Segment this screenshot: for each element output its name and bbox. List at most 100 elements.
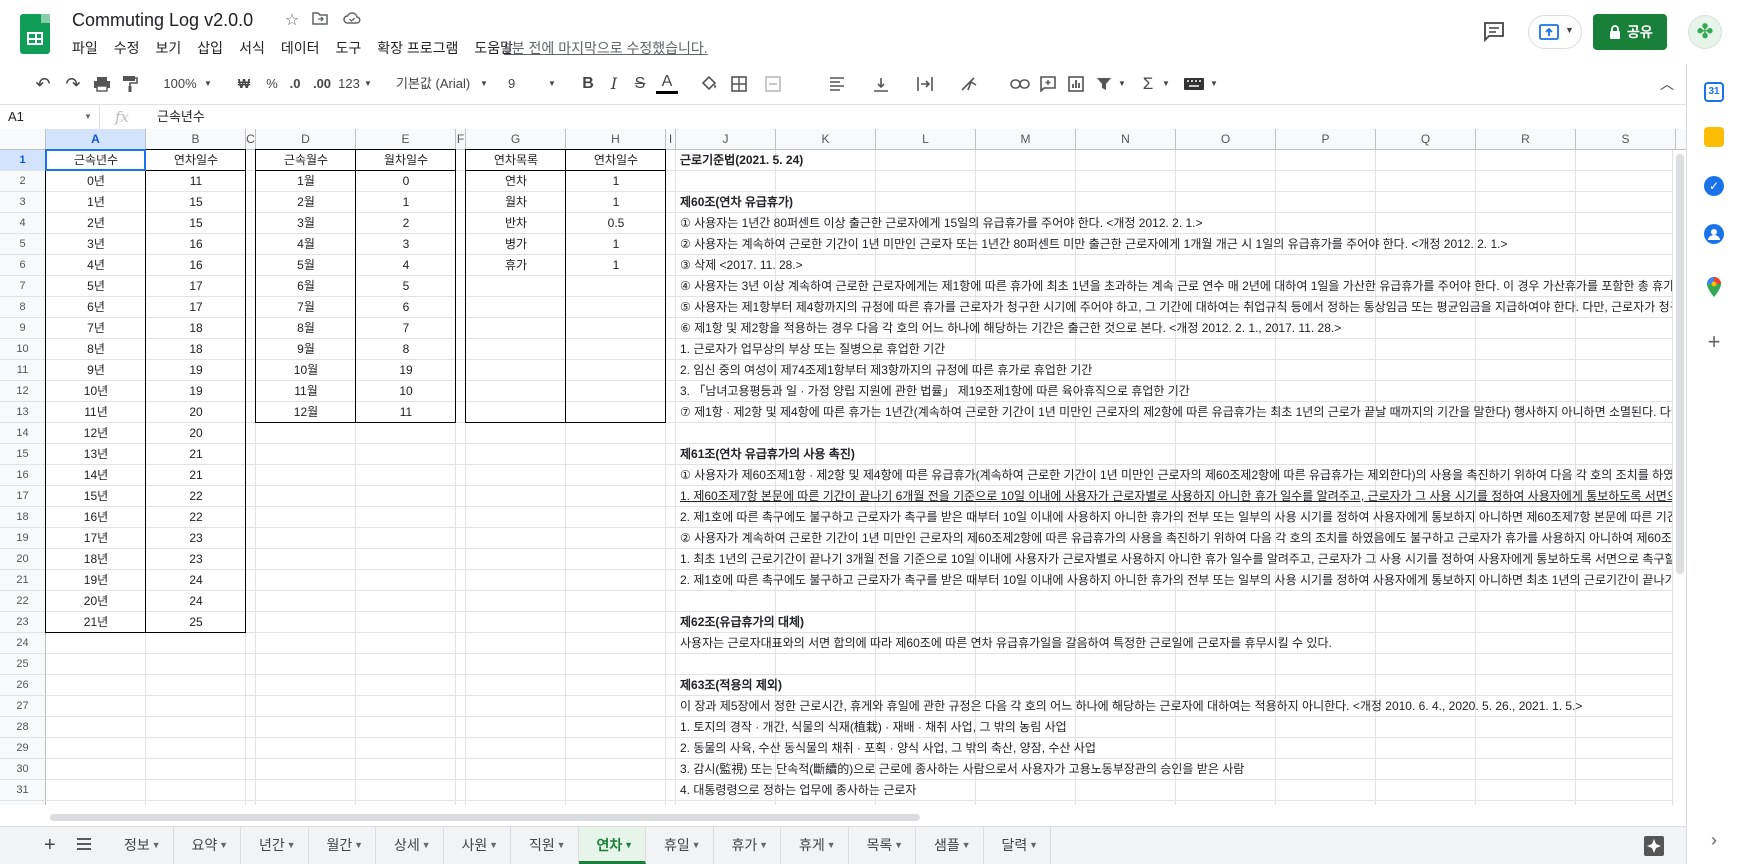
sheets-logo-icon[interactable] (20, 14, 50, 54)
functions-icon[interactable]: Σ (1138, 72, 1158, 96)
chevron-down-icon[interactable]: ▼ (759, 827, 768, 864)
law-section-heading[interactable]: 제62조(유급휴가의 대체) (680, 612, 1672, 633)
chevron-down-icon[interactable]: ▼ (692, 827, 701, 864)
law-section-heading[interactable]: 제63조(적용의 제외) (680, 675, 1672, 696)
chevron-down-icon[interactable]: ▼ (219, 827, 228, 864)
sheet-tab-3[interactable]: 년간 ▼ (241, 827, 309, 864)
column-header-i[interactable]: I (666, 129, 676, 150)
sheet-tab-5[interactable]: 상세 ▼ (376, 827, 444, 864)
row-header-9[interactable]: 9 (0, 318, 46, 339)
table-cell[interactable]: 19 (356, 360, 456, 381)
vertical-align-icon[interactable] (868, 72, 894, 96)
table-cell[interactable]: 11 (356, 402, 456, 423)
table-cell[interactable]: 8월 (256, 318, 356, 339)
law-text-cell[interactable]: 1. 제60조제7항 본문에 따른 기간이 끝나기 6개월 전을 기준으로 10… (680, 486, 1672, 507)
table-cell[interactable]: 1 (566, 255, 666, 276)
column-header-h[interactable]: H (566, 129, 666, 150)
add-addon-icon[interactable]: + (1704, 331, 1724, 353)
percent-format-button[interactable]: % (262, 72, 282, 96)
table-cell[interactable]: 연차 (466, 171, 566, 192)
law-text-cell[interactable]: 2. 동물의 사육, 수산 동식물의 채취 · 포획 · 양식 사업, 그 밖의… (680, 738, 1672, 759)
row-header-25[interactable]: 25 (0, 654, 46, 675)
collapse-menu-icon[interactable]: ︿ (1656, 72, 1678, 96)
row-header-7[interactable]: 7 (0, 276, 46, 297)
column-header-l[interactable]: L (876, 129, 976, 150)
law-text-cell[interactable]: 4. 대통령령으로 정하는 업무에 종사하는 근로자 (680, 780, 1672, 801)
table-cell[interactable]: 9년 (46, 360, 146, 381)
table-cell[interactable]: 월차 (466, 192, 566, 213)
menu-insert[interactable]: 삽입 (189, 38, 231, 58)
fill-color-icon[interactable] (698, 72, 720, 96)
table-cell[interactable]: 3 (356, 234, 456, 255)
table-header-cell[interactable]: 근속월수 (256, 150, 356, 171)
law-text-cell[interactable]: ⑤ 사용자는 제1항부터 제4항까지의 규정에 따른 휴가를 근로자가 청구한 … (680, 297, 1672, 318)
table-cell[interactable]: 23 (146, 549, 246, 570)
row-header-4[interactable]: 4 (0, 213, 46, 234)
table-cell[interactable]: 1 (566, 192, 666, 213)
table-cell[interactable]: 6년 (46, 297, 146, 318)
last-edit-link[interactable]: 5분 전에 마지막으로 수정했습니다. (504, 38, 708, 58)
sheet-tab-7[interactable]: 직원 ▼ (511, 827, 579, 864)
table-cell[interactable]: 10년 (46, 381, 146, 402)
undo-icon[interactable]: ↶ (32, 72, 54, 96)
table-cell[interactable]: 1월 (256, 171, 356, 192)
table-cell[interactable]: 21년 (46, 612, 146, 633)
row-header-26[interactable]: 26 (0, 675, 46, 696)
row-header-32[interactable]: 32 (0, 801, 46, 805)
law-text-cell[interactable]: 이 장과 제5장에서 정한 근로시간, 휴게와 휴일에 관한 규정은 다음 각 … (680, 696, 1672, 717)
menu-edit[interactable]: 수정 (106, 38, 148, 58)
strikethrough-button[interactable]: S (630, 72, 650, 96)
menu-file[interactable]: 파일 (64, 38, 106, 58)
more-formats-button[interactable]: 123 (336, 72, 362, 96)
table-cell[interactable]: 2월 (256, 192, 356, 213)
table-cell[interactable]: 병가 (466, 234, 566, 255)
law-text-cell[interactable]: 1. 토지의 경작 · 개간, 식물의 식재(植栽) · 재배 · 채취 사업,… (680, 717, 1672, 738)
table-cell[interactable]: 18년 (46, 549, 146, 570)
table-cell[interactable]: 2 (356, 213, 456, 234)
table-cell[interactable]: 15 (146, 192, 246, 213)
sheet-tab-13[interactable]: 샘플 ▼ (916, 827, 984, 864)
table-cell[interactable]: 1년 (46, 192, 146, 213)
table-cell[interactable]: 11월 (256, 381, 356, 402)
table-cell[interactable]: 7년 (46, 318, 146, 339)
sheet-tab-11[interactable]: 휴게 ▼ (781, 827, 849, 864)
menu-data[interactable]: 데이터 (273, 38, 328, 58)
document-title[interactable]: Commuting Log v2.0.0 (72, 10, 253, 31)
row-header-15[interactable]: 15 (0, 444, 46, 465)
table-header-cell[interactable]: 월차일수 (356, 150, 456, 171)
table-cell[interactable]: 16 (146, 255, 246, 276)
table-cell[interactable]: 7 (356, 318, 456, 339)
spreadsheet-grid[interactable]: ABCDEFGHIJKLMNOPQRS 1 2 3 4 5 6 7 8 9 10 11 12 13 14 1… (0, 129, 1686, 805)
row-header-16[interactable]: 16 (0, 465, 46, 486)
row-header-8[interactable]: 8 (0, 297, 46, 318)
table-cell[interactable]: 13년 (46, 444, 146, 465)
column-header-j[interactable]: J (676, 129, 776, 150)
table-cell[interactable]: 7월 (256, 297, 356, 318)
table-cell[interactable]: 4월 (256, 234, 356, 255)
keep-icon[interactable] (1704, 127, 1724, 147)
menu-tools[interactable]: 도구 (327, 38, 369, 58)
account-avatar[interactable]: ✤ (1688, 15, 1722, 49)
font-size-select[interactable]: 9 (508, 72, 538, 96)
currency-format-button[interactable]: ₩ (234, 72, 254, 96)
table-header-cell[interactable]: 연차일수 (566, 150, 666, 171)
table-cell[interactable]: 16 (146, 234, 246, 255)
chevron-down-icon[interactable]: ▼ (287, 827, 296, 864)
formula-input[interactable]: 근속년수 (157, 105, 205, 129)
law-text-cell[interactable]: 2. 임신 중의 여성이 제74조제1항부터 제3항까지의 규정에 따른 휴가로… (680, 360, 1672, 381)
chevron-down-icon[interactable]: ▼ (557, 827, 566, 864)
row-header-24[interactable]: 24 (0, 633, 46, 654)
sheet-tab-10[interactable]: 휴가 ▼ (714, 827, 781, 864)
row-header-29[interactable]: 29 (0, 738, 46, 759)
menu-format[interactable]: 서식 (231, 38, 273, 58)
borders-icon[interactable] (728, 72, 750, 96)
row-header-31[interactable]: 31 (0, 780, 46, 801)
table-cell[interactable]: 17 (146, 276, 246, 297)
table-cell[interactable]: 14년 (46, 465, 146, 486)
law-text-cell[interactable]: 3. 「남녀고용평등과 일 · 가정 양립 지원에 관한 법률」 제19조제1항… (680, 381, 1672, 402)
table-cell[interactable]: 19년 (46, 570, 146, 591)
table-cell[interactable]: 4년 (46, 255, 146, 276)
horizontal-scrollbar[interactable] (46, 812, 1686, 822)
table-cell[interactable]: 3년 (46, 234, 146, 255)
comment-history-icon[interactable] (1482, 20, 1508, 44)
